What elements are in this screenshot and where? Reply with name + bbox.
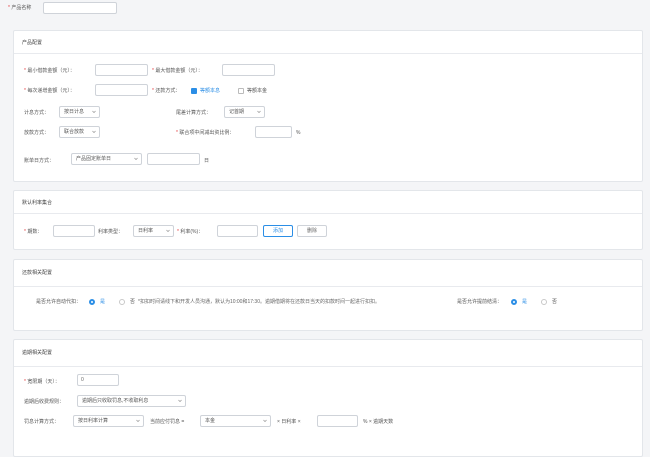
bill-date-select[interactable]: 产品固定账单日 (71, 153, 142, 165)
overdue-rule-label: 逾期后收费规则： (24, 399, 65, 405)
chevron-down-icon (134, 157, 138, 161)
overdue-config-panel: 逾期相关配置 * 宽限期（天）： 0 逾期后收费规则： 逾期后只收取罚息,不收取… (13, 339, 643, 457)
interest-calc-label: 计息方式： (24, 110, 50, 116)
repay-config-panel: 还款相关配置 是否允许自动代扣： 是 否 *扣扣时间请线下和开发人员沟通，默认为… (13, 259, 643, 331)
periods-input[interactable] (53, 225, 95, 237)
chevron-down-icon (166, 229, 170, 233)
min-loan-input[interactable] (95, 64, 148, 76)
penalty-method-value: 按日利率计算 (78, 418, 109, 424)
formula-tail-label: % × 逾期天数 (363, 419, 394, 425)
tail-calc-label: 尾差计算方式： (176, 110, 212, 116)
penalty-rate-input[interactable] (317, 415, 358, 427)
auto-deduct-label: 是否允许自动代扣： (36, 299, 82, 305)
auto-deduct-note: *扣扣时间请线下和开发人员沟通，默认为10:00和17:30。逾期借期将在还款日… (138, 299, 380, 305)
bill-date-label: 账单日方式： (24, 158, 55, 164)
percent-unit: % (296, 130, 301, 136)
loan-method-label: 放款方式： (24, 130, 50, 136)
divider (14, 213, 642, 214)
tail-calc-value: 记首期 (229, 109, 245, 115)
bill-date-value: 产品固定账单日 (76, 156, 112, 162)
per-increment-input[interactable] (95, 84, 148, 96)
chevron-down-icon (257, 110, 261, 114)
joint-ratio-input[interactable] (255, 126, 292, 138)
per-increment-label: * 每次递增金额（元）： (24, 88, 75, 94)
repay-config-title: 还款相关配置 (22, 270, 53, 276)
principal-value: 本金 (205, 418, 216, 424)
overdue-rule-select[interactable]: 逾期后只收取罚息,不收取利息 (77, 395, 186, 407)
product-name-label: * 产品名称 (8, 5, 32, 11)
early-repay-no-label: 否 (552, 299, 558, 305)
product-config-title: 产品配置 (22, 40, 43, 46)
bill-day-input[interactable] (147, 153, 200, 165)
early-repay-yes-label: 是 (522, 299, 528, 305)
repay-method-label: * 还款方式： (152, 88, 181, 94)
product-config-panel: 产品配置 * 最小借款金额（元）： * 最大借款金额（元）： * 每次递增金额（… (13, 30, 643, 182)
rate-type-select[interactable]: 日利率 (133, 225, 174, 237)
interest-calc-select[interactable]: 按日计息 (59, 106, 100, 118)
current-due-label: 当前应付罚息 = (150, 419, 185, 425)
rate-set-title: 默认利率集合 (22, 200, 53, 206)
divider (14, 286, 642, 287)
rate-type-label: 利率类型： (98, 229, 124, 235)
early-repay-label: 是否允许提前结清： (457, 299, 503, 305)
early-repay-no-radio[interactable] (541, 299, 547, 305)
auto-deduct-no-radio[interactable] (119, 299, 125, 305)
overdue-rule-value: 逾期后只收取罚息,不收取利息 (82, 398, 149, 404)
product-name-input[interactable] (43, 2, 117, 14)
chevron-down-icon (263, 419, 267, 423)
penalty-method-select[interactable]: 按日利率计算 (73, 415, 144, 427)
chevron-down-icon (92, 110, 96, 114)
auto-deduct-no-label: 否 (130, 299, 136, 305)
auto-deduct-yes-label: 是 (100, 299, 106, 305)
grace-input[interactable]: 0 (77, 374, 119, 386)
overdue-config-title: 逾期相关配置 (22, 350, 53, 356)
repay-equal-principal-label: 等额本金 (247, 88, 268, 94)
day-unit: 日 (204, 158, 210, 164)
chevron-down-icon (92, 130, 96, 134)
auto-deduct-yes-radio[interactable] (89, 299, 95, 305)
repay-equal-installment-checkbox[interactable] (191, 88, 197, 94)
tail-calc-select[interactable]: 记首期 (224, 106, 265, 118)
early-repay-yes-radio[interactable] (511, 299, 517, 305)
max-loan-input[interactable] (222, 64, 275, 76)
max-loan-label: * 最大借款金额（元）： (152, 68, 203, 74)
delete-button[interactable]: 删除 (297, 225, 327, 237)
periods-label: * 期数： (24, 229, 43, 235)
rate-input[interactable] (217, 225, 258, 237)
interest-calc-value: 按日计息 (64, 109, 85, 115)
penalty-label: 罚息计算方式： (24, 419, 60, 425)
add-button[interactable]: 添加 (263, 225, 293, 237)
divider (14, 53, 642, 54)
rate-type-value: 日利率 (138, 228, 154, 234)
chevron-down-icon (136, 419, 140, 423)
joint-ratio-label: * 联合项中间减出资比例： (176, 130, 235, 136)
rate-label: * 利率(%)： (177, 229, 204, 235)
chevron-down-icon (178, 399, 182, 403)
loan-method-value: 联合放款 (64, 129, 85, 135)
loan-method-select[interactable]: 联合放款 (59, 126, 100, 138)
times-daily-rate-label: × 日利率 × (277, 419, 301, 425)
repay-equal-installment-label: 等额本息 (200, 88, 221, 94)
grace-label: * 宽限期（天）： (24, 379, 60, 385)
rate-set-panel: 默认利率集合 * 期数： 利率类型： 日利率 * 利率(%)： 添加 删除 (13, 190, 643, 250)
min-loan-label: * 最小借款金额（元）： (24, 68, 75, 74)
principal-select[interactable]: 本金 (200, 415, 271, 427)
repay-equal-principal-checkbox[interactable] (238, 88, 244, 94)
divider (14, 366, 642, 367)
